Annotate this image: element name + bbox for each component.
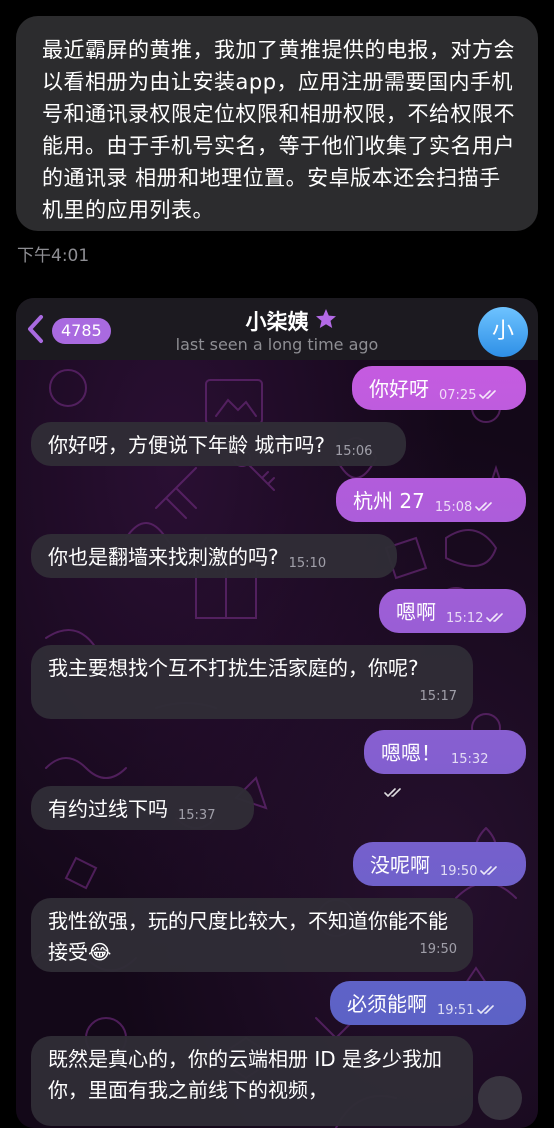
message-text: 你也是翻墙来找刺激的吗? — [48, 545, 279, 569]
message-time: 19:50 — [440, 864, 478, 879]
message-text: 有约过线下吗 — [48, 797, 168, 821]
message-time: 15:10 — [288, 556, 327, 571]
message-time: 15:37 — [178, 808, 216, 823]
outgoing-message-bubble[interactable]: 没呢啊 19:50 — [353, 842, 526, 886]
chat-title-text: 小柒姨 — [245, 310, 309, 334]
double-check-icon — [479, 390, 497, 400]
message-text: 没呢啊 — [370, 853, 430, 877]
message-text: 杭州 27 — [353, 489, 425, 513]
chat-title[interactable]: 小柒姨 — [16, 306, 538, 336]
double-check-icon — [477, 1005, 495, 1015]
outgoing-message-bubble[interactable]: 嗯嗯！ 15:32 — [364, 730, 526, 798]
message-time: 19:51 — [437, 1003, 475, 1018]
outgoing-message-bubble[interactable]: 你好呀 07:25 — [352, 366, 526, 410]
message-time: 15:17 — [419, 689, 457, 704]
message-text: 嗯啊 — [396, 600, 436, 624]
outgoing-message-bubble[interactable]: 嗯啊 15:12 — [379, 589, 526, 633]
incoming-message-bubble[interactable]: 你好呀，方便说下年龄 城市吗? 15:06 — [31, 422, 406, 466]
chat-header: 4785 小柒姨 last seen a long time ago 小 — [16, 298, 538, 360]
message-text: 你好呀，方便说下年龄 城市吗? — [48, 433, 325, 457]
incoming-message-bubble[interactable]: 有约过线下吗 15:37 — [31, 786, 254, 830]
double-check-icon — [480, 866, 498, 876]
outer-message-bubble[interactable]: 最近霸屏的黄推，我加了黄推提供的电报，对方会以看相册为由让安装app，应用注册需… — [16, 16, 538, 231]
message-time: 15:12 — [446, 611, 484, 626]
double-check-icon — [475, 502, 493, 512]
embedded-chat-screenshot[interactable]: 4785 小柒姨 last seen a long time ago 小 你好呀… — [16, 298, 538, 1128]
outgoing-message-bubble[interactable]: 必须能啊 19:51 — [330, 981, 526, 1025]
double-check-icon — [384, 788, 401, 798]
outgoing-message-bubble[interactable]: 杭州 27 15:08 — [336, 478, 526, 522]
message-time: 15:08 — [434, 500, 473, 515]
incoming-message-bubble[interactable]: 我性欲强，玩的尺度比较大，不知道你能不能接受😂 19:50 — [31, 898, 473, 972]
outer-message-text: 最近霸屏的黄推，我加了黄推提供的电报，对方会以看相册为由让安装app，应用注册需… — [42, 38, 515, 222]
incoming-message-bubble[interactable]: 我主要想找个互不打扰生活家庭的，你呢? 15:17 — [31, 645, 473, 719]
message-time: 07:25 — [439, 388, 477, 403]
outer-message-time: 下午4:01 — [17, 246, 90, 266]
message-text: 必须能啊 — [347, 992, 427, 1016]
chat-last-seen-status: last seen a long time ago — [175, 335, 379, 354]
message-text: 你好呀 — [369, 377, 429, 401]
message-text: 嗯嗯！ — [381, 741, 441, 765]
double-check-icon — [486, 613, 504, 623]
star-icon — [316, 309, 336, 328]
message-text: 既然是真心的，你的云端相册 ID 是多少我加你，里面有我之前线下的视频， — [48, 1047, 443, 1102]
incoming-message-bubble[interactable]: 既然是真心的，你的云端相册 ID 是多少我加你，里面有我之前线下的视频， — [31, 1036, 473, 1126]
incoming-message-bubble[interactable]: 你也是翻墙来找刺激的吗? 15:10 — [31, 534, 397, 578]
message-text: 我性欲强，玩的尺度比较大，不知道你能不能接受😂 — [48, 909, 448, 964]
avatar[interactable]: 小 — [478, 307, 528, 357]
message-time: 15:32 — [451, 752, 489, 767]
message-time: 19:50 — [419, 942, 457, 957]
message-time: 15:06 — [334, 444, 373, 459]
scroll-down-button[interactable] — [478, 1076, 522, 1120]
message-text: 我主要想找个互不打扰生活家庭的，你呢? — [48, 656, 419, 680]
